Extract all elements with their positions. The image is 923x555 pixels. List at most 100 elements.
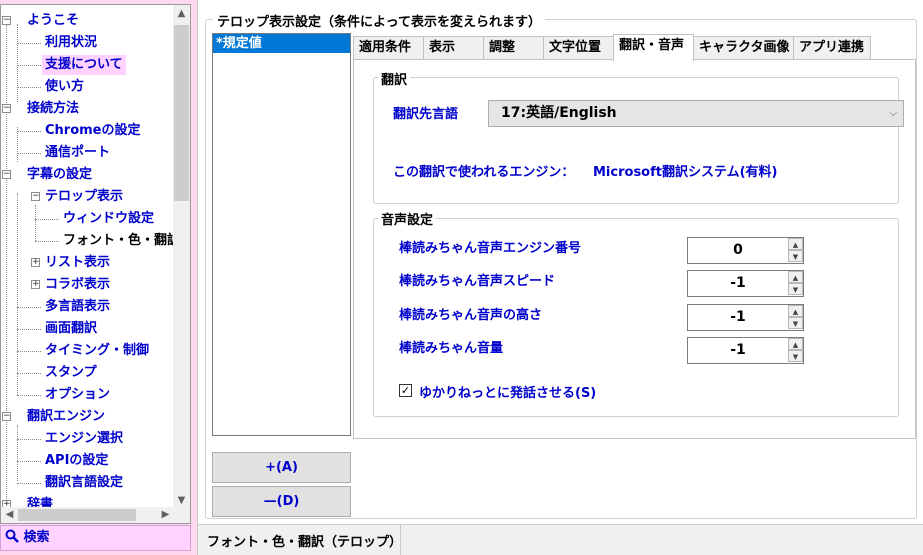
tab-adjust[interactable]: 調整 <box>483 36 544 60</box>
collapse-icon[interactable]: − <box>2 412 11 421</box>
voice-pitch-value[interactable]: -1 <box>688 305 788 330</box>
tree-item-how-to-use[interactable]: 使い方 <box>45 77 84 97</box>
tree-line <box>17 153 41 154</box>
tree-line <box>35 205 36 241</box>
tree-horizontal-scrollbar[interactable]: ◀ ▶ <box>1 507 174 523</box>
search-label: 検索 <box>23 530 50 545</box>
tree-item-comm-port[interactable]: 通信ポート <box>45 143 110 163</box>
voice-volume-value[interactable]: -1 <box>688 338 788 363</box>
voice-volume-label: 棒読みちゃん音量 <box>399 341 504 356</box>
search-icon <box>5 529 19 543</box>
tree-line <box>17 351 41 352</box>
engine-label: この翻訳で使われるエンジン： <box>393 165 575 180</box>
scroll-right-icon[interactable]: ▶ <box>157 507 174 523</box>
chevron-down-icon: ⌵ <box>889 108 897 119</box>
rule-list[interactable]: *規定値 <box>212 33 351 436</box>
tree-line <box>17 439 41 440</box>
tree-item-window-settings[interactable]: ウィンドウ設定 <box>63 209 154 229</box>
spin-up-icon[interactable]: ▲ <box>788 271 803 283</box>
translation-group-title: 翻訳 <box>378 69 411 88</box>
scroll-left-icon[interactable]: ◀ <box>1 507 18 523</box>
tab-character-image[interactable]: キャラクタ画像 <box>693 36 794 60</box>
add-rule-button[interactable]: +(A) <box>212 452 351 483</box>
target-language-select[interactable]: 17:英語/English ⌵ <box>488 100 904 127</box>
tab-app-integration[interactable]: アプリ連携 <box>793 36 871 60</box>
tab-page-translation-voice: 翻訳 翻訳先言語 17:英語/English ⌵ この翻訳で使われるエンジン： … <box>353 59 916 439</box>
scrollbar-corner <box>173 507 190 523</box>
voice-volume-spinner[interactable]: -1 ▲ ▼ <box>687 337 804 364</box>
voice-speed-spinner[interactable]: -1 ▲ ▼ <box>687 270 804 297</box>
tree-line <box>17 43 41 44</box>
tree-item-connection[interactable]: 接続方法 <box>27 99 79 119</box>
tree-item-timing-control[interactable]: タイミング・制御 <box>45 341 149 361</box>
spin-down-icon[interactable]: ▼ <box>788 317 803 329</box>
yukarinette-speak-checkbox[interactable]: ✓ <box>399 384 412 397</box>
group-title: テロップ表示設定（条件によって表示を変えられます） <box>213 11 545 30</box>
tab-text-position[interactable]: 文字位置 <box>543 36 614 60</box>
tree-line <box>17 24 18 102</box>
tree-item-support[interactable]: 支援について <box>42 55 126 75</box>
engine-value: Microsoft翻訳システム(有料) <box>593 165 778 180</box>
tree-item-translation-engine[interactable]: 翻訳エンジン <box>27 407 105 427</box>
rule-item-default[interactable]: *規定値 <box>213 34 350 53</box>
translation-group <box>373 77 899 204</box>
tree-item-usage[interactable]: 利用状況 <box>45 33 97 53</box>
expand-icon[interactable]: + <box>31 280 40 289</box>
tree-item-api-settings[interactable]: APIの設定 <box>45 451 108 471</box>
navigation-tree[interactable]: − − − − + + − + ようこそ 利用状況 支援について 使い方 接続方… <box>0 4 191 524</box>
tab-apply-conditions[interactable]: 適用条件 <box>353 36 424 60</box>
collapse-icon[interactable]: − <box>2 16 11 25</box>
scroll-thumb[interactable] <box>174 25 189 201</box>
scroll-up-icon[interactable]: ▲ <box>173 5 190 22</box>
voice-engine-label: 棒読みちゃん音声エンジン番号 <box>399 241 582 256</box>
tree-item-list-display[interactable]: リスト表示 <box>45 253 110 273</box>
collapse-icon[interactable]: − <box>2 104 11 113</box>
tree-item-stamp[interactable]: スタンプ <box>45 363 97 383</box>
tree-line <box>17 127 18 162</box>
tree-line <box>35 241 59 242</box>
spin-down-icon[interactable]: ▼ <box>788 250 803 262</box>
tree-item-chrome-settings[interactable]: Chromeの設定 <box>45 121 141 141</box>
tree-item-subtitle-settings[interactable]: 字幕の設定 <box>27 165 92 185</box>
search-bar[interactable]: 検索 <box>0 525 191 551</box>
spin-up-icon[interactable]: ▲ <box>788 305 803 317</box>
tree-item-multilang-display[interactable]: 多言語表示 <box>45 297 110 317</box>
tree-line <box>17 131 41 132</box>
tree-line <box>17 65 41 66</box>
spin-up-icon[interactable]: ▲ <box>788 238 803 250</box>
expand-icon[interactable]: + <box>31 258 40 267</box>
voice-engine-value[interactable]: 0 <box>688 238 788 263</box>
tree-item-options[interactable]: オプション <box>45 385 110 405</box>
tree-line <box>17 373 41 374</box>
voice-pitch-label: 棒読みちゃん音声の高さ <box>399 308 543 323</box>
spin-down-icon[interactable]: ▼ <box>788 350 803 362</box>
tab-translation-voice[interactable]: 翻訳・音声 <box>613 34 694 61</box>
voice-speed-value[interactable]: -1 <box>688 271 788 296</box>
voice-pitch-spinner[interactable]: -1 ▲ ▼ <box>687 304 804 331</box>
tree-item-telop-display[interactable]: テロップ表示 <box>45 187 123 207</box>
tree-line <box>35 219 59 220</box>
voice-engine-spinner[interactable]: 0 ▲ ▼ <box>687 237 804 264</box>
tree-line <box>17 307 41 308</box>
scroll-thumb[interactable] <box>18 509 136 521</box>
tree-item-screen-translation[interactable]: 画面翻訳 <box>45 319 97 339</box>
voice-speed-label: 棒読みちゃん音声スピード <box>399 274 556 289</box>
spin-up-icon[interactable]: ▲ <box>788 338 803 350</box>
tree-vertical-scrollbar[interactable]: ▲ ▼ <box>173 5 190 509</box>
spin-down-icon[interactable]: ▼ <box>788 283 803 295</box>
tree-item-collab-display[interactable]: コラボ表示 <box>45 275 110 295</box>
collapse-icon[interactable]: − <box>31 192 40 201</box>
tree-line <box>17 193 18 395</box>
yukarinette-speak-label[interactable]: ゆかりねっとに発話させる(S) <box>419 382 596 401</box>
tree-item-welcome[interactable]: ようこそ <box>27 11 79 31</box>
remove-rule-button[interactable]: —(D) <box>212 486 351 517</box>
tab-display[interactable]: 表示 <box>423 36 484 60</box>
tree-list: − − − − + + − + ようこそ 利用状況 支援について 使い方 接続方… <box>1 5 174 509</box>
tree-item-font-color-translation[interactable]: フォント・色・翻訳 <box>63 231 174 251</box>
collapse-icon[interactable]: − <box>2 170 11 179</box>
tree-line <box>17 329 41 330</box>
tree-line <box>17 483 41 484</box>
tree-item-engine-select[interactable]: エンジン選択 <box>45 429 123 449</box>
tree-item-translation-language[interactable]: 翻訳言語設定 <box>45 473 123 493</box>
voice-group-title: 音声設定 <box>378 209 437 228</box>
